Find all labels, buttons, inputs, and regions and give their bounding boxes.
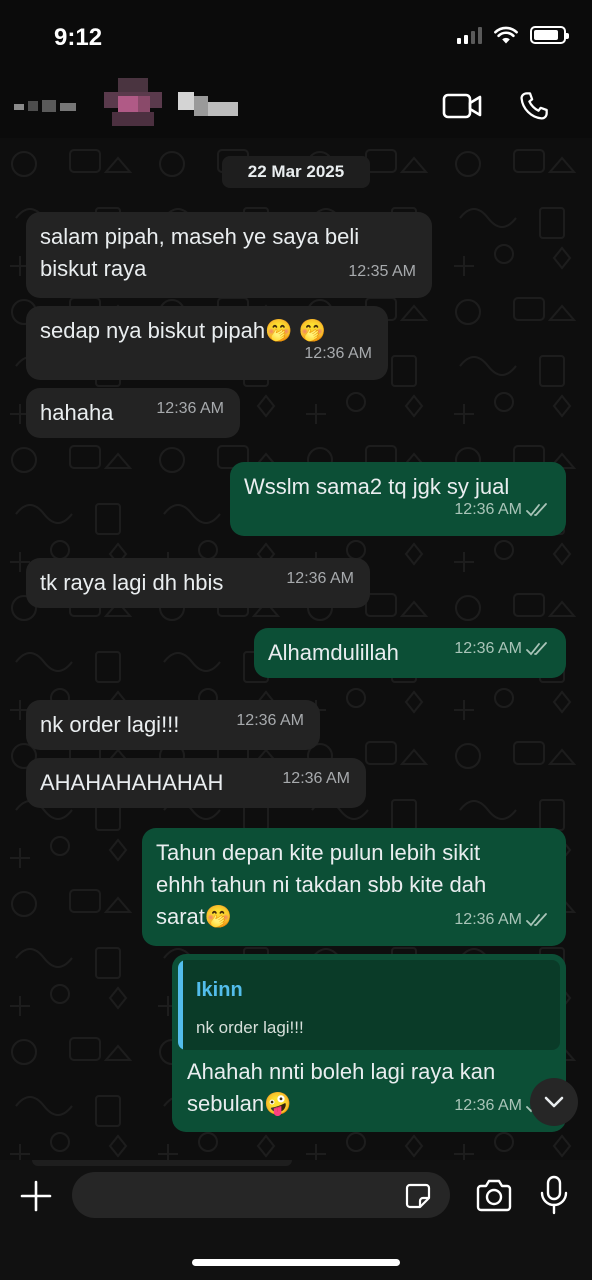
home-indicator [192,1259,400,1266]
message-text: salam pipah, maseh ye saya beli [40,224,360,249]
chat-header [0,76,592,138]
plus-icon [20,1180,52,1212]
message-bubble-incoming[interactable]: salam pipah, maseh ye saya beli biskut r… [26,212,432,298]
chevron-down-icon [544,1096,564,1108]
quoted-sender-name: Ikinn [196,979,243,1001]
message-bubble-outgoing-reply[interactable]: Ikinn nk order lagi!!! Ahahah nnti boleh… [172,954,566,1132]
message-bubble-incoming[interactable]: tk raya lagi dh hbis 12:36 AM [26,558,370,608]
message-time: 12:36 AM [286,570,354,587]
message-time: 12:36 AM [282,770,350,787]
message-bubble-incoming[interactable]: hahaha 12:36 AM [26,388,240,438]
battery-icon [530,26,569,44]
quote-accent-bar [178,960,183,1050]
message-meta: 12:36 AM [454,494,550,526]
attach-button[interactable] [16,1176,56,1216]
back-button[interactable] [14,98,78,112]
microphone-icon[interactable] [534,1174,574,1216]
date-separator: 22 Mar 2025 [222,156,370,188]
message-bubble-outgoing[interactable]: Wsslm sama2 tq jgk sy jual 12:36 AM [230,462,566,536]
read-receipt-icon [526,503,547,517]
status-icons [457,26,569,44]
voice-call-button[interactable] [512,86,556,126]
scroll-to-bottom-button[interactable] [530,1078,578,1126]
message-input[interactable] [90,1172,390,1218]
message-time: 12:36 AM [454,501,522,518]
status-time: 9:12 [54,24,103,51]
sticker-icon[interactable] [404,1182,432,1210]
message-text: Tahun depan kite pulun lebih sikit [156,840,481,865]
phone-icon [520,92,548,120]
video-camera-icon [442,93,482,119]
contact-name[interactable] [178,92,238,120]
wifi-icon [494,26,518,44]
camera-icon[interactable] [474,1176,514,1216]
message-bubble-incoming[interactable]: sedap nya biskut pipah🤭 🤭 12:36 AM [26,306,388,380]
battery-level [534,30,558,40]
message-text: Ahahah nnti boleh lagi raya kan [187,1059,496,1084]
message-time: 12:35 AM [348,263,416,280]
message-time: 12:36 AM [304,345,372,362]
message-time: 12:36 AM [236,712,304,729]
contact-avatar[interactable] [104,78,162,130]
chat-area[interactable]: 22 Mar 2025 salam pipah, maseh ye saya b… [0,138,592,1160]
message-meta: 12:36 AM [454,904,550,936]
message-composer [0,1160,592,1280]
quoted-text: nk order lagi!!! [196,1018,304,1037]
read-receipt-icon [526,913,547,927]
message-text: ehhh tahun ni takdan sbb kite dah [156,872,487,897]
partial-message-bubble [32,1160,292,1166]
message-time: 12:36 AM [454,1097,522,1114]
read-receipt-icon [526,642,547,656]
cellular-signal-icon [457,26,482,44]
message-meta: 12:36 AM [454,633,550,665]
message-bubble-outgoing[interactable]: Tahun depan kite pulun lebih sikit ehhh … [142,828,566,946]
video-call-button[interactable] [440,86,484,126]
message-body: Ahahah nnti boleh lagi raya kan sebulan🤪 [187,1056,495,1120]
message-input-container[interactable] [72,1172,450,1218]
message-time: 12:36 AM [454,640,522,657]
message-bubble-incoming[interactable]: AHAHAHAHAHAH 12:36 AM [26,758,366,808]
message-time: 12:36 AM [156,400,224,417]
status-bar: 9:12 [0,0,592,76]
message-time: 12:36 AM [454,911,522,928]
quoted-message[interactable]: Ikinn nk order lagi!!! [178,960,560,1050]
message-bubble-incoming[interactable]: nk order lagi!!! 12:36 AM [26,700,320,750]
message-text: sebulan🤪 [187,1091,292,1116]
message-bubble-outgoing[interactable]: Alhamdulillah 12:36 AM [254,628,566,678]
